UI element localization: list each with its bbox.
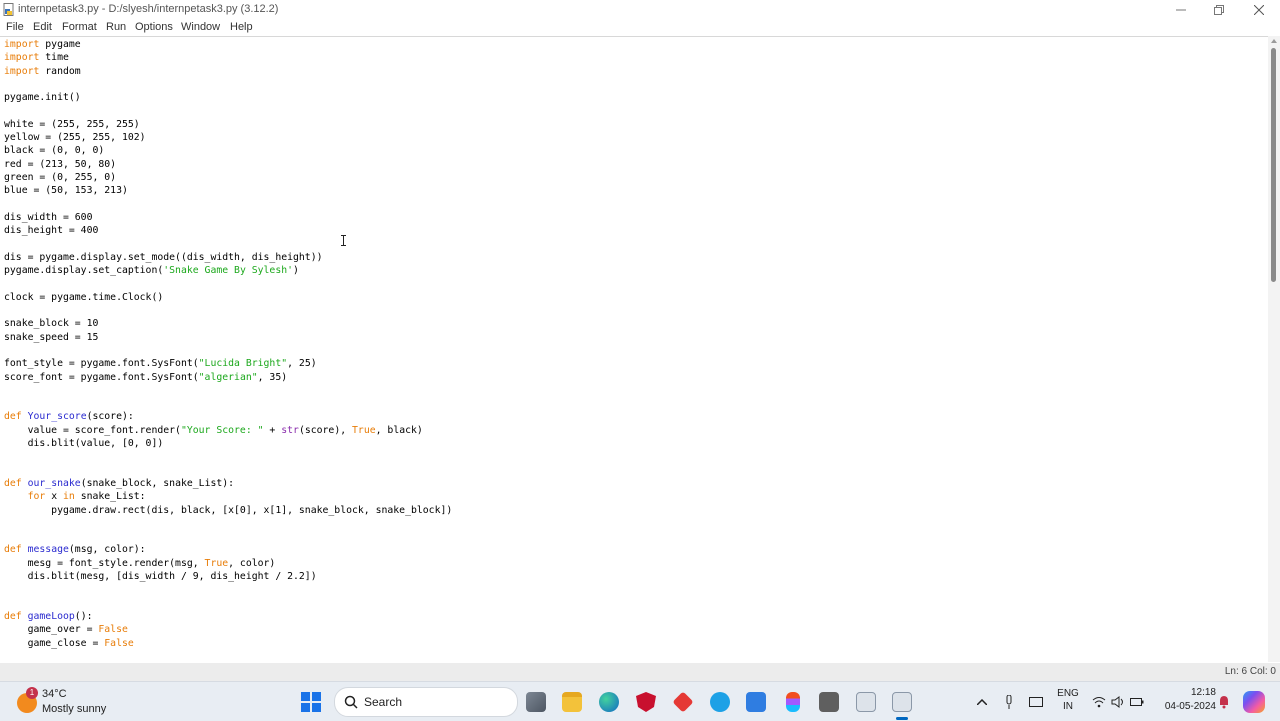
menu-edit[interactable]: Edit [33,21,52,33]
menu-options[interactable]: Options [135,21,173,33]
code-line[interactable]: dis.blit(value, [0, 0]) [4,437,164,450]
code-line[interactable]: black = (0, 0, 0) [4,144,104,157]
code-line[interactable]: pygame.init() [4,91,81,104]
code-line[interactable]: dis.blit(mesg, [dis_width / 9, dis_heigh… [4,570,317,583]
mcafee-icon[interactable] [636,692,656,712]
code-line[interactable]: game_close = False [4,637,134,650]
windows-start-icon[interactable] [301,692,321,712]
search-icon [344,695,358,709]
menu-file[interactable]: File [6,21,24,33]
code-line[interactable]: pygame.display.set_caption('Snake Game B… [4,264,299,277]
file-explorer-icon[interactable] [562,692,582,712]
region-code: IN [1063,701,1073,712]
code-line[interactable]: mesg = font_style.render(msg, True, colo… [4,557,276,570]
menu-bar: File Edit Format Run Options Window Help [0,20,1280,36]
edge-browser-icon[interactable] [599,692,619,712]
code-editor[interactable]: import pygame import time import random pyg… [0,36,1268,664]
task-view-icon[interactable] [526,692,546,712]
code-line[interactable]: clock = pygame.time.Clock() [4,291,163,304]
code-line[interactable]: def message(msg, color): [4,543,146,556]
code-line[interactable]: dis = pygame.display.set_mode((dis_width… [4,251,323,264]
code-line[interactable]: dis_height = 400 [4,224,98,237]
code-line[interactable]: blue = (50, 153, 213) [4,184,128,197]
taskbar-search-box[interactable]: Search [334,687,518,717]
wifi-icon[interactable] [1092,696,1106,708]
code-line[interactable]: import random [4,65,81,78]
code-line[interactable]: game_over = False [4,623,128,636]
search-label: Search [364,695,403,709]
clock-date: 04-05-2024 [1164,701,1216,712]
cursor-position: Ln: 6 Col: 0 [1224,666,1276,677]
notepad-app-icon[interactable] [856,692,876,712]
battery-icon[interactable] [1130,696,1144,708]
notification-bell-icon[interactable] [1218,695,1230,709]
scroll-up-icon[interactable] [1271,39,1277,43]
code-line[interactable]: yellow = (255, 255, 102) [4,131,146,144]
copilot-icon[interactable] [1243,691,1265,713]
language-indicator[interactable]: ENG IN [1054,688,1082,712]
close-icon [1254,5,1264,15]
code-line[interactable]: value = score_font.render("Your Score: "… [4,424,423,437]
keyboard-icon[interactable] [1029,697,1043,707]
code-line[interactable]: white = (255, 255, 255) [4,118,140,131]
menu-window[interactable]: Window [181,21,220,33]
menu-format[interactable]: Format [62,21,97,33]
menu-run[interactable]: Run [106,21,126,33]
code-line[interactable]: font_style = pygame.font.SysFont("Lucida… [4,357,317,370]
minimize-button[interactable] [1162,0,1200,20]
weather-description: Mostly sunny [42,703,107,715]
code-line[interactable]: green = (0, 255, 0) [4,171,116,184]
code-line[interactable]: for x in snake_List: [4,490,146,503]
clock-time: 12:18 [1190,687,1216,698]
volume-icon[interactable] [1111,696,1125,708]
code-line[interactable]: red = (213, 50, 80) [4,158,116,171]
figma-icon[interactable] [786,692,800,712]
help-app-icon[interactable] [710,692,730,712]
code-line[interactable]: snake_speed = 15 [4,331,98,344]
text-cursor [341,235,346,246]
status-bar: Ln: 6 Col: 0 [0,663,1280,681]
close-button[interactable] [1240,0,1278,20]
menu-help[interactable]: Help [230,21,253,33]
weather-temp: 34°C [42,688,67,700]
weather-widget[interactable]: 1 34°C Mostly sunny [14,686,114,718]
red-diamond-app-icon[interactable] [672,691,694,713]
clock[interactable]: 12:18 04-05-2024 [1154,687,1216,712]
code-line[interactable]: pygame.draw.rect(dis, black, [x[0], x[1]… [4,504,452,517]
microsoft-store-icon[interactable] [746,692,766,712]
code-line[interactable]: snake_block = 10 [4,317,98,330]
python-idle-icon[interactable] [892,692,912,712]
taskbar: 1 34°C Mostly sunny Search ENG IN 12:18 … [0,681,1280,721]
yahoo-app-icon[interactable] [819,692,839,712]
code-line[interactable]: import time [4,51,69,64]
code-line[interactable]: score_font = pygame.font.SysFont("algeri… [4,371,287,384]
language-code: ENG [1057,688,1079,699]
window-title: internpetask3.py - D:/slyesh/internpetas… [18,3,279,15]
chevron-up-icon[interactable] [977,699,987,705]
title-bar: internpetask3.py - D:/slyesh/internpetas… [0,0,1280,20]
code-line[interactable]: import pygame [4,38,81,51]
restore-icon [1214,5,1224,15]
python-file-icon [3,3,14,16]
code-line[interactable]: def Your_score(score): [4,410,134,423]
code-line[interactable]: dis_width = 600 [4,211,92,224]
scrollbar-thumb[interactable] [1271,48,1276,282]
restore-button[interactable] [1200,0,1238,20]
microphone-icon[interactable] [1005,695,1013,709]
minimize-icon [1176,9,1186,11]
code-line[interactable]: def gameLoop(): [4,610,93,623]
code-line[interactable]: def our_snake(snake_block, snake_List): [4,477,234,490]
weather-badge: 1 [26,687,38,699]
